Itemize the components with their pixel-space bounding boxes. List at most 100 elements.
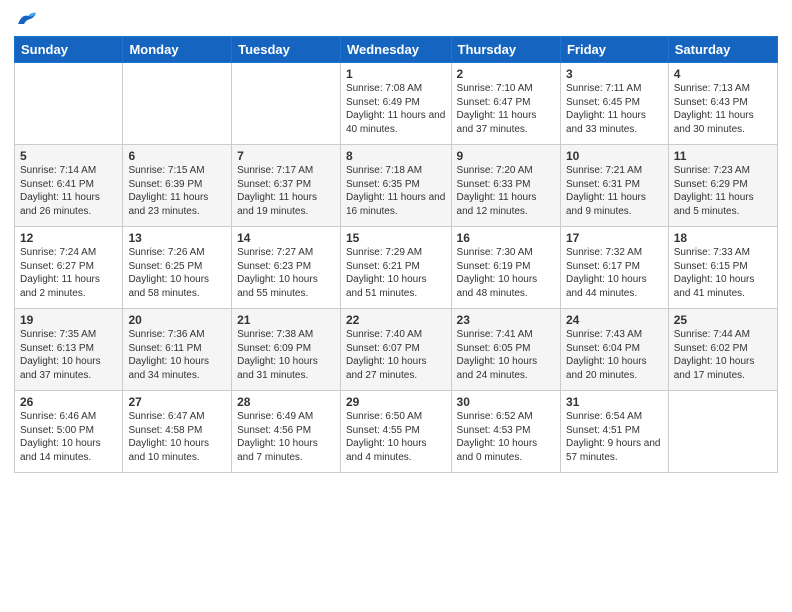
day-info: Sunrise: 7:11 AM Sunset: 6:45 PM Dayligh…: [566, 82, 663, 136]
day-info: Sunrise: 7:20 AM Sunset: 6:33 PM Dayligh…: [457, 164, 555, 218]
calendar-cell: 23Sunrise: 7:41 AM Sunset: 6:05 PM Dayli…: [451, 309, 560, 391]
day-number: 4: [674, 67, 772, 81]
calendar-cell: 29Sunrise: 6:50 AM Sunset: 4:55 PM Dayli…: [340, 391, 451, 473]
logo-bird-icon: [16, 10, 38, 28]
day-info: Sunrise: 7:29 AM Sunset: 6:21 PM Dayligh…: [346, 246, 446, 300]
day-number: 6: [128, 149, 226, 163]
day-header-friday: Friday: [560, 37, 668, 63]
calendar-cell: 30Sunrise: 6:52 AM Sunset: 4:53 PM Dayli…: [451, 391, 560, 473]
calendar-cell: 11Sunrise: 7:23 AM Sunset: 6:29 PM Dayli…: [668, 145, 777, 227]
day-info: Sunrise: 7:15 AM Sunset: 6:39 PM Dayligh…: [128, 164, 226, 218]
calendar-cell: 3Sunrise: 7:11 AM Sunset: 6:45 PM Daylig…: [560, 63, 668, 145]
day-info: Sunrise: 7:33 AM Sunset: 6:15 PM Dayligh…: [674, 246, 772, 300]
calendar-cell: 7Sunrise: 7:17 AM Sunset: 6:37 PM Daylig…: [232, 145, 341, 227]
day-info: Sunrise: 7:23 AM Sunset: 6:29 PM Dayligh…: [674, 164, 772, 218]
day-number: 8: [346, 149, 446, 163]
calendar-cell: 13Sunrise: 7:26 AM Sunset: 6:25 PM Dayli…: [123, 227, 232, 309]
day-info: Sunrise: 7:32 AM Sunset: 6:17 PM Dayligh…: [566, 246, 663, 300]
calendar-table: SundayMondayTuesdayWednesdayThursdayFrid…: [14, 36, 778, 473]
calendar-week-5: 26Sunrise: 6:46 AM Sunset: 5:00 PM Dayli…: [15, 391, 778, 473]
day-info: Sunrise: 7:36 AM Sunset: 6:11 PM Dayligh…: [128, 328, 226, 382]
day-info: Sunrise: 7:43 AM Sunset: 6:04 PM Dayligh…: [566, 328, 663, 382]
calendar-cell: [232, 63, 341, 145]
day-number: 27: [128, 395, 226, 409]
day-number: 12: [20, 231, 117, 245]
day-header-wednesday: Wednesday: [340, 37, 451, 63]
day-number: 20: [128, 313, 226, 327]
day-info: Sunrise: 7:26 AM Sunset: 6:25 PM Dayligh…: [128, 246, 226, 300]
day-number: 29: [346, 395, 446, 409]
calendar-cell: 6Sunrise: 7:15 AM Sunset: 6:39 PM Daylig…: [123, 145, 232, 227]
day-info: Sunrise: 7:14 AM Sunset: 6:41 PM Dayligh…: [20, 164, 117, 218]
day-info: Sunrise: 7:44 AM Sunset: 6:02 PM Dayligh…: [674, 328, 772, 382]
calendar-cell: 2Sunrise: 7:10 AM Sunset: 6:47 PM Daylig…: [451, 63, 560, 145]
calendar-week-1: 1Sunrise: 7:08 AM Sunset: 6:49 PM Daylig…: [15, 63, 778, 145]
calendar-cell: 26Sunrise: 6:46 AM Sunset: 5:00 PM Dayli…: [15, 391, 123, 473]
day-number: 2: [457, 67, 555, 81]
calendar-cell: 9Sunrise: 7:20 AM Sunset: 6:33 PM Daylig…: [451, 145, 560, 227]
calendar-cell: 19Sunrise: 7:35 AM Sunset: 6:13 PM Dayli…: [15, 309, 123, 391]
day-number: 15: [346, 231, 446, 245]
calendar-cell: 4Sunrise: 7:13 AM Sunset: 6:43 PM Daylig…: [668, 63, 777, 145]
day-info: Sunrise: 7:24 AM Sunset: 6:27 PM Dayligh…: [20, 246, 117, 300]
header: [14, 10, 778, 28]
calendar-week-2: 5Sunrise: 7:14 AM Sunset: 6:41 PM Daylig…: [15, 145, 778, 227]
calendar-header-row: SundayMondayTuesdayWednesdayThursdayFrid…: [15, 37, 778, 63]
calendar-cell: 8Sunrise: 7:18 AM Sunset: 6:35 PM Daylig…: [340, 145, 451, 227]
day-number: 7: [237, 149, 335, 163]
day-number: 14: [237, 231, 335, 245]
day-info: Sunrise: 7:13 AM Sunset: 6:43 PM Dayligh…: [674, 82, 772, 136]
day-number: 17: [566, 231, 663, 245]
calendar-cell: 22Sunrise: 7:40 AM Sunset: 6:07 PM Dayli…: [340, 309, 451, 391]
calendar-cell: 14Sunrise: 7:27 AM Sunset: 6:23 PM Dayli…: [232, 227, 341, 309]
day-info: Sunrise: 7:30 AM Sunset: 6:19 PM Dayligh…: [457, 246, 555, 300]
calendar-cell: 25Sunrise: 7:44 AM Sunset: 6:02 PM Dayli…: [668, 309, 777, 391]
day-header-saturday: Saturday: [668, 37, 777, 63]
day-info: Sunrise: 6:49 AM Sunset: 4:56 PM Dayligh…: [237, 410, 335, 464]
day-number: 18: [674, 231, 772, 245]
day-number: 5: [20, 149, 117, 163]
day-number: 11: [674, 149, 772, 163]
day-number: 21: [237, 313, 335, 327]
calendar-cell: 28Sunrise: 6:49 AM Sunset: 4:56 PM Dayli…: [232, 391, 341, 473]
calendar-cell: 27Sunrise: 6:47 AM Sunset: 4:58 PM Dayli…: [123, 391, 232, 473]
calendar-cell: 24Sunrise: 7:43 AM Sunset: 6:04 PM Dayli…: [560, 309, 668, 391]
calendar-cell: 5Sunrise: 7:14 AM Sunset: 6:41 PM Daylig…: [15, 145, 123, 227]
day-number: 1: [346, 67, 446, 81]
day-number: 26: [20, 395, 117, 409]
calendar-cell: 18Sunrise: 7:33 AM Sunset: 6:15 PM Dayli…: [668, 227, 777, 309]
day-number: 9: [457, 149, 555, 163]
day-info: Sunrise: 7:38 AM Sunset: 6:09 PM Dayligh…: [237, 328, 335, 382]
day-header-tuesday: Tuesday: [232, 37, 341, 63]
calendar-week-3: 12Sunrise: 7:24 AM Sunset: 6:27 PM Dayli…: [15, 227, 778, 309]
calendar-cell: [123, 63, 232, 145]
page-container: SundayMondayTuesdayWednesdayThursdayFrid…: [0, 0, 792, 481]
calendar-cell: [15, 63, 123, 145]
day-number: 30: [457, 395, 555, 409]
day-info: Sunrise: 6:52 AM Sunset: 4:53 PM Dayligh…: [457, 410, 555, 464]
calendar-cell: 16Sunrise: 7:30 AM Sunset: 6:19 PM Dayli…: [451, 227, 560, 309]
calendar-week-4: 19Sunrise: 7:35 AM Sunset: 6:13 PM Dayli…: [15, 309, 778, 391]
calendar-cell: 17Sunrise: 7:32 AM Sunset: 6:17 PM Dayli…: [560, 227, 668, 309]
day-number: 25: [674, 313, 772, 327]
day-info: Sunrise: 7:35 AM Sunset: 6:13 PM Dayligh…: [20, 328, 117, 382]
day-number: 31: [566, 395, 663, 409]
calendar-cell: 20Sunrise: 7:36 AM Sunset: 6:11 PM Dayli…: [123, 309, 232, 391]
day-number: 16: [457, 231, 555, 245]
day-info: Sunrise: 7:41 AM Sunset: 6:05 PM Dayligh…: [457, 328, 555, 382]
day-header-monday: Monday: [123, 37, 232, 63]
day-info: Sunrise: 6:47 AM Sunset: 4:58 PM Dayligh…: [128, 410, 226, 464]
day-number: 23: [457, 313, 555, 327]
calendar-cell: 21Sunrise: 7:38 AM Sunset: 6:09 PM Dayli…: [232, 309, 341, 391]
day-number: 28: [237, 395, 335, 409]
calendar-cell: 31Sunrise: 6:54 AM Sunset: 4:51 PM Dayli…: [560, 391, 668, 473]
day-info: Sunrise: 7:40 AM Sunset: 6:07 PM Dayligh…: [346, 328, 446, 382]
day-info: Sunrise: 7:18 AM Sunset: 6:35 PM Dayligh…: [346, 164, 446, 218]
day-info: Sunrise: 6:46 AM Sunset: 5:00 PM Dayligh…: [20, 410, 117, 464]
calendar-cell: 10Sunrise: 7:21 AM Sunset: 6:31 PM Dayli…: [560, 145, 668, 227]
day-info: Sunrise: 7:10 AM Sunset: 6:47 PM Dayligh…: [457, 82, 555, 136]
day-header-sunday: Sunday: [15, 37, 123, 63]
day-info: Sunrise: 7:21 AM Sunset: 6:31 PM Dayligh…: [566, 164, 663, 218]
day-info: Sunrise: 7:27 AM Sunset: 6:23 PM Dayligh…: [237, 246, 335, 300]
day-number: 10: [566, 149, 663, 163]
